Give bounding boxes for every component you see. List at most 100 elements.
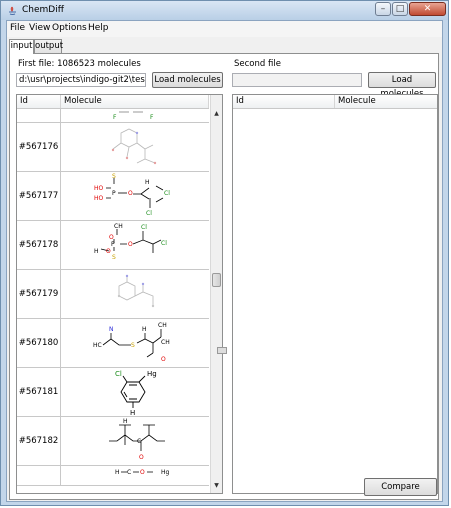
atom-label: Cl <box>115 370 122 378</box>
second-molecule-table[interactable]: Id Molecule <box>232 94 438 494</box>
atom-label: O <box>128 190 133 197</box>
first-table-header: Id Molecule <box>17 95 209 109</box>
atom-label: O <box>139 454 144 461</box>
id-cell <box>17 109 61 122</box>
menu-help[interactable]: Help <box>88 23 109 33</box>
atom-label: O <box>161 356 166 363</box>
tab-input[interactable]: input <box>9 39 34 54</box>
molecule-cell: H C O <box>61 417 209 465</box>
first-molecule-table[interactable]: Id Molecule F F #567176 #567177 S HO P O… <box>16 94 223 494</box>
compare-button[interactable]: Compare <box>364 478 437 496</box>
table-row[interactable]: #567177 S HO P O HO H Cl Cl <box>17 172 209 221</box>
minimize-button[interactable]: – <box>375 2 391 16</box>
atom-label: H <box>115 469 120 476</box>
molecule-structure: H C O <box>109 418 165 461</box>
molecule-cell <box>61 123 209 171</box>
atom-label: P <box>112 190 116 197</box>
id-cell <box>17 466 61 486</box>
molecule-structure <box>111 128 157 165</box>
molecule-cell: Cl Hg H <box>61 368 209 417</box>
first-load-molecules-button[interactable]: Load molecules <box>152 72 223 88</box>
id-cell: #567176 <box>17 123 61 171</box>
atom-label: H <box>145 179 150 186</box>
atom-label: C <box>137 438 141 445</box>
table-row[interactable]: #567178 CH O P O H O S Cl Cl <box>17 221 209 270</box>
second-file-path-field[interactable] <box>232 73 362 87</box>
atom-label: HO <box>94 195 104 202</box>
atom-label: P <box>111 241 115 248</box>
tab-output[interactable]: output <box>34 39 63 53</box>
atom-label: Hg <box>161 469 170 476</box>
atom-label: S <box>131 342 135 349</box>
molecule-cell: F F <box>61 109 209 122</box>
molecule-cell: N H CH HC S CH O <box>61 319 209 367</box>
id-cell: #567177 <box>17 172 61 220</box>
column-header-molecule[interactable]: Molecule <box>335 95 437 108</box>
atom-label: HO <box>94 185 104 192</box>
molecule-structure-partial: H C O Hg <box>115 469 170 476</box>
menu-options[interactable]: Options <box>52 23 87 33</box>
window-title: ChemDiff <box>22 5 64 15</box>
column-header-molecule[interactable]: Molecule <box>61 95 209 108</box>
atom-label: F <box>113 114 117 121</box>
scroll-thumb[interactable] <box>212 273 221 287</box>
id-cell: #567181 <box>17 368 61 416</box>
title-bar[interactable]: ChemDiff – □ ✕ <box>1 1 448 20</box>
id-cell: #567180 <box>17 319 61 367</box>
atom-label: CH <box>158 322 167 329</box>
molecule-cell <box>61 270 209 318</box>
table-row[interactable]: #567180 N H CH HC S CH O <box>17 319 209 368</box>
molecule-structure: CH O P O H O S Cl Cl <box>94 223 167 261</box>
java-app-icon <box>9 6 16 15</box>
atom-label: H <box>130 409 135 416</box>
atom-label: F <box>150 114 154 121</box>
molecule-cell: S HO P O HO H Cl Cl <box>61 172 209 220</box>
input-tab-panel: First file: 1086523 molecules d:\usr\pro… <box>9 53 439 500</box>
molecule-structure: N H CH HC S CH O <box>93 322 170 363</box>
atom-label: S <box>112 254 116 261</box>
column-header-id[interactable]: Id <box>233 95 335 108</box>
molecule-cell: CH O P O H O S Cl Cl <box>61 221 209 269</box>
id-cell: #567178 <box>17 221 61 269</box>
second-file-label: Second file <box>234 59 281 69</box>
atom-label: Cl <box>146 210 152 217</box>
atom-label: O <box>109 234 114 241</box>
first-file-path-field[interactable]: d:\usr\projects\indigo-git2\tests\api.m <box>16 73 146 87</box>
app-window: ChemDiff – □ ✕ File View Options Help in… <box>0 0 449 506</box>
first-table-scrollbar[interactable]: ▲ ▼ <box>210 95 222 493</box>
atom-label: C <box>127 469 131 476</box>
table-row[interactable]: #567179 <box>17 270 209 319</box>
atom-label: H <box>123 418 128 425</box>
atom-label: N <box>109 326 114 333</box>
molecule-cell: H C O Hg <box>61 466 209 493</box>
menu-view[interactable]: View <box>29 23 50 33</box>
table-row[interactable]: #567182 H C O <box>17 417 209 466</box>
column-header-id[interactable]: Id <box>17 95 61 108</box>
menu-file[interactable]: File <box>10 23 25 33</box>
id-cell: #567179 <box>17 270 61 318</box>
scroll-down-arrow-icon[interactable]: ▼ <box>211 481 222 491</box>
table-row[interactable]: #567176 <box>17 123 209 172</box>
window-client-area: File View Options Help input output Firs… <box>6 20 443 502</box>
molecule-structure: S HO P O HO H Cl Cl <box>94 173 170 217</box>
molecule-structure: Cl Hg H <box>115 370 157 417</box>
split-pane-divider-handle[interactable] <box>217 347 227 354</box>
table-row-partial-bottom[interactable]: H C O Hg <box>17 466 209 486</box>
atom-label: O <box>140 469 145 476</box>
menu-bar: File View Options Help <box>7 21 442 37</box>
atom-label: Cl <box>164 190 170 197</box>
atom-label: O <box>128 241 133 248</box>
table-row-partial-top[interactable]: F F <box>17 109 209 123</box>
scroll-up-arrow-icon[interactable]: ▲ <box>211 109 222 119</box>
table-row[interactable]: #567181 Cl Hg H <box>17 368 209 417</box>
molecule-structure-partial: F F <box>113 111 154 121</box>
maximize-button[interactable]: □ <box>392 2 408 16</box>
atom-label: S <box>112 173 116 180</box>
second-load-molecules-button[interactable]: Load molecules <box>368 72 436 99</box>
id-cell: #567182 <box>17 417 61 465</box>
atom-label: CH <box>114 223 123 230</box>
close-button[interactable]: ✕ <box>409 2 446 16</box>
atom-label: Cl <box>161 240 167 247</box>
atom-label: Cl <box>141 224 147 231</box>
atom-label: H <box>94 248 99 255</box>
